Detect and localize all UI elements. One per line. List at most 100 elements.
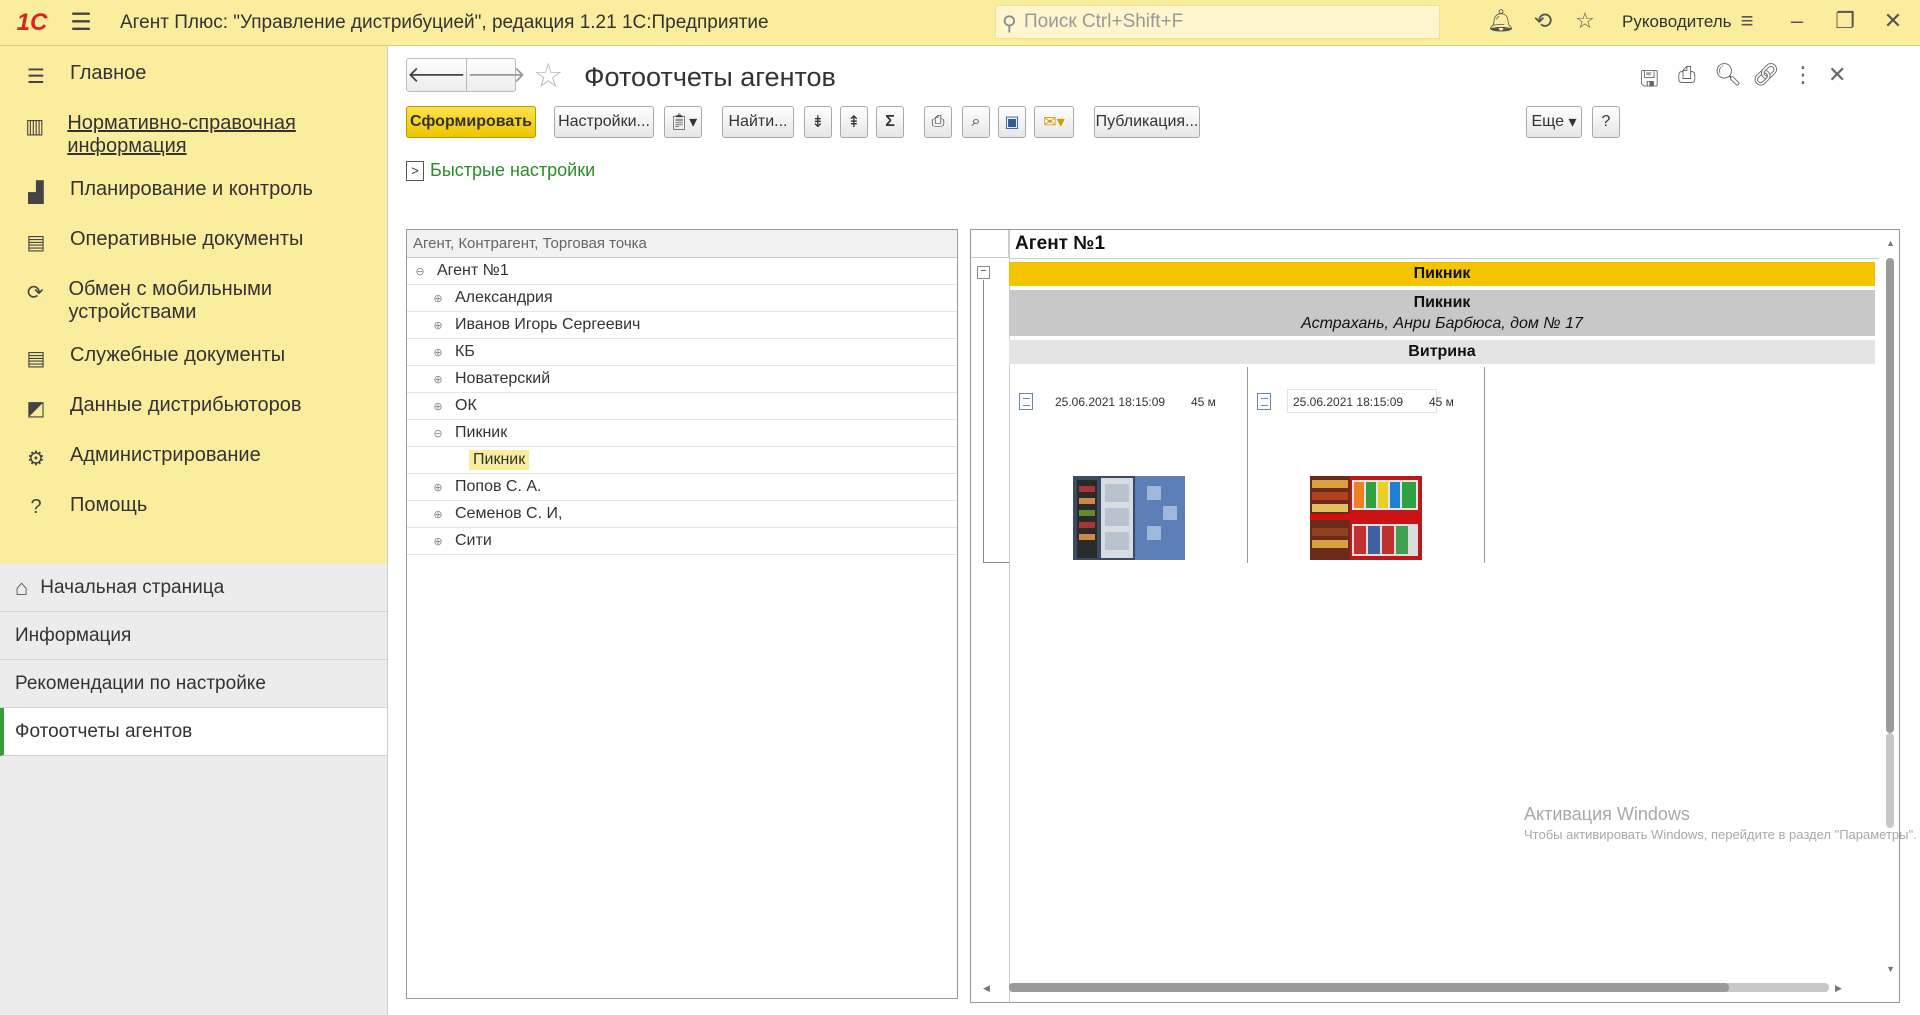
tree-row[interactable]: ⊕ Сити bbox=[407, 528, 957, 555]
close-form-icon[interactable]: ✕ bbox=[1828, 62, 1846, 88]
collapse-icon[interactable]: ⊖ bbox=[431, 427, 445, 440]
1c-logo[interactable]: 1С bbox=[0, 0, 64, 46]
open-item-photo-reports[interactable]: Фотоотчеты агентов bbox=[0, 708, 387, 756]
tree-node-label: Пикник bbox=[455, 424, 508, 441]
expand-groups-icon[interactable]: ⇟ bbox=[804, 106, 832, 138]
settings-button[interactable]: Настройки... bbox=[554, 106, 654, 138]
expand-icon[interactable]: ⊕ bbox=[431, 535, 445, 548]
collapse-groups-icon[interactable]: ⇞ bbox=[840, 106, 868, 138]
save-report-icon[interactable]: ▣ bbox=[998, 106, 1026, 138]
back-arrow-icon[interactable]: 🡐 bbox=[407, 59, 467, 91]
forward-arrow-icon[interactable]: 🡒 bbox=[467, 59, 526, 91]
outlet-band: Пикник Астрахань, Анри Барбюса, дом № 17 bbox=[1009, 290, 1875, 336]
section-label: Служебные документы bbox=[70, 344, 286, 366]
tree-row[interactable]: ⊕ Новатерский bbox=[407, 366, 957, 393]
photo-thumbnail-2[interactable] bbox=[1310, 476, 1422, 560]
main-menu-icon[interactable]: ☰ bbox=[64, 0, 98, 46]
current-user[interactable]: Руководитель bbox=[1622, 12, 1732, 32]
photo-thumbnail-1[interactable] bbox=[1073, 476, 1185, 560]
home-icon: ⌂ bbox=[15, 574, 29, 600]
section-mobile-exchange[interactable]: ⟳ Обмен с мобильными устройствами bbox=[0, 268, 387, 334]
expand-icon[interactable]: ⊕ bbox=[431, 481, 445, 494]
expand-icon[interactable]: ⊕ bbox=[431, 508, 445, 521]
variants-dropdown-icon[interactable]: 📋︎▾ bbox=[664, 106, 702, 138]
scroll-right-icon[interactable]: ▶ bbox=[1835, 983, 1842, 994]
tree-row[interactable]: ⊕ ОК bbox=[407, 393, 957, 420]
page-title: Фотоотчеты агентов bbox=[584, 62, 836, 92]
minimize-icon[interactable]: – bbox=[1782, 8, 1812, 34]
scroll-up-icon[interactable]: ▲ bbox=[1886, 238, 1895, 248]
link-icon[interactable]: 🔗︎ bbox=[1752, 62, 1780, 88]
photo-duration: 45 м bbox=[1191, 395, 1216, 409]
tree-row-expanded[interactable]: ⊖ Пикник bbox=[407, 420, 957, 447]
section-service-docs[interactable]: ▤ Служебные документы bbox=[0, 334, 387, 384]
open-item-info[interactable]: Информация bbox=[0, 612, 387, 660]
expand-icon[interactable]: ⊕ bbox=[431, 400, 445, 413]
vertical-scrollbar[interactable] bbox=[1886, 258, 1894, 898]
expand-icon[interactable]: ⊕ bbox=[431, 346, 445, 359]
preview-report-icon[interactable]: ⌕ bbox=[962, 106, 990, 138]
tree-row[interactable]: ⊕ Семенов С. И, bbox=[407, 501, 957, 528]
section-planning[interactable]: ▟ Планирование и контроль bbox=[0, 168, 387, 218]
tree-row[interactable]: ⊕ Попов С. А. bbox=[407, 474, 957, 501]
history-icon[interactable]: ⟲ bbox=[1528, 8, 1558, 34]
vertical-scroll-thumb[interactable] bbox=[1886, 258, 1894, 733]
section-label: Оперативные документы bbox=[70, 228, 304, 250]
help-button[interactable]: ? bbox=[1592, 106, 1620, 138]
open-item-home[interactable]: ⌂ Начальная страница bbox=[0, 564, 387, 612]
section-help[interactable]: ? Помощь bbox=[0, 484, 387, 534]
document-icon[interactable] bbox=[1257, 393, 1271, 410]
category-band: Витрина bbox=[1009, 340, 1875, 364]
more-vertical-icon[interactable]: ⋮ bbox=[1792, 62, 1814, 88]
group-collapse-icon[interactable]: − bbox=[977, 266, 990, 279]
more-button[interactable]: Еще ▾ bbox=[1526, 106, 1582, 138]
collapse-icon[interactable]: ⊖ bbox=[413, 265, 427, 278]
find-button[interactable]: Найти... bbox=[722, 106, 794, 138]
bell-icon[interactable]: 🔔︎ bbox=[1486, 8, 1516, 34]
settings-sliders-icon[interactable]: ≡ bbox=[1732, 8, 1762, 34]
favorite-star-icon[interactable]: ☆ bbox=[533, 56, 563, 96]
tree-node-label: Пикник bbox=[469, 450, 530, 470]
tree-node-label: Агент №1 bbox=[437, 262, 509, 279]
tree-row-root[interactable]: ⊖ Агент №1 bbox=[407, 258, 957, 285]
tree-row[interactable]: ⊕ Иванов Игорь Сергеевич bbox=[407, 312, 957, 339]
favorites-star-icon[interactable]: ☆ bbox=[1570, 8, 1600, 34]
restore-icon[interactable]: ❐ bbox=[1830, 8, 1860, 34]
document-icon[interactable] bbox=[1019, 393, 1033, 410]
preview-icon[interactable]: 🔍︎ bbox=[1714, 62, 1742, 88]
section-distributor-data[interactable]: ◩ Данные дистрибьюторов bbox=[0, 384, 387, 434]
print-icon[interactable]: ⎙ bbox=[1678, 62, 1696, 88]
close-window-icon[interactable]: ✕ bbox=[1878, 8, 1908, 34]
scroll-down-icon[interactable]: ▼ bbox=[1886, 964, 1895, 974]
expand-icon[interactable]: ⊕ bbox=[431, 319, 445, 332]
open-item-recommendations[interactable]: Рекомендации по настройке bbox=[0, 660, 387, 708]
watermark-title: Активация Windows bbox=[1524, 804, 1690, 824]
section-main[interactable]: ☰ Главное bbox=[0, 52, 387, 102]
photo-datetime: 25.06.2021 18:15:09 bbox=[1293, 395, 1404, 409]
expand-icon[interactable]: ⊕ bbox=[431, 292, 445, 305]
question-icon: ? bbox=[30, 496, 42, 518]
report-spreadsheet[interactable]: Агент №1 − Пикник Пикник Астрахань, Анри… bbox=[970, 229, 1900, 1003]
section-operative-docs[interactable]: ▤ Оперативные документы bbox=[0, 218, 387, 268]
sum-icon[interactable]: Σ bbox=[876, 106, 904, 138]
agent-tree: Агент, Контрагент, Торговая точка ⊖ Агент… bbox=[406, 229, 958, 999]
print-report-icon[interactable]: ⎙ bbox=[924, 106, 952, 138]
tree-node-label: Александрия bbox=[455, 289, 553, 306]
save-icon[interactable]: 🖫 bbox=[1640, 62, 1659, 100]
horizontal-scroll-thumb[interactable] bbox=[1009, 983, 1729, 992]
horizontal-scrollbar[interactable] bbox=[1009, 983, 1829, 992]
expand-icon[interactable]: ⊕ bbox=[431, 373, 445, 386]
gear-icon: ⚙ bbox=[27, 448, 45, 470]
send-mail-icon[interactable]: ✉▾ bbox=[1034, 106, 1074, 138]
section-reference[interactable]: ▥ Нормативно-справочная информация bbox=[0, 102, 387, 168]
section-administration[interactable]: ⚙ Администрирование bbox=[0, 434, 387, 484]
cell-separator bbox=[1247, 367, 1248, 563]
generate-button[interactable]: Сформировать bbox=[406, 106, 536, 138]
publish-button[interactable]: Публикация... bbox=[1094, 106, 1200, 138]
global-search-input[interactable]: ⚲ Поиск Ctrl+Shift+F bbox=[995, 5, 1440, 39]
tree-row-leaf-selected[interactable]: Пикник bbox=[407, 447, 957, 474]
tree-row[interactable]: ⊕ КБ bbox=[407, 339, 957, 366]
scroll-left-icon[interactable]: ◀ bbox=[983, 983, 990, 994]
tree-row[interactable]: ⊕ Александрия bbox=[407, 285, 957, 312]
quick-settings-toggle[interactable]: > Быстрые настройки bbox=[406, 160, 595, 181]
